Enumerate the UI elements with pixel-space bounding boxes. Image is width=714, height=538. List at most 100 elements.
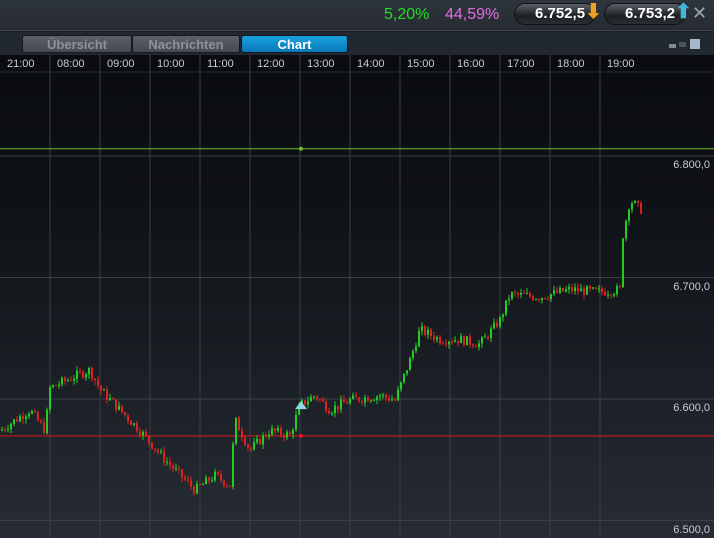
candle-body	[319, 399, 321, 401]
candle-body	[19, 416, 21, 422]
candle-body	[361, 401, 363, 403]
minimize-icon[interactable]	[669, 44, 676, 48]
candle-body	[265, 435, 267, 437]
candle-body	[61, 377, 63, 385]
candle-body	[430, 329, 432, 336]
quote-header: 5,20% 44,59% 6.752,5 ⬇ 6.753,2 ⬆ ✕	[0, 0, 714, 31]
candle-body	[52, 385, 54, 388]
candle-body	[568, 287, 570, 290]
candle-body	[613, 294, 615, 296]
price-label: 6.800,0	[673, 159, 710, 171]
bid-price: 6.752,5	[535, 5, 586, 22]
secondary-percent: 44,59%	[445, 6, 500, 23]
candle-body	[82, 371, 84, 378]
candle-body	[415, 346, 417, 352]
candle-body	[622, 238, 624, 288]
candle-body	[409, 357, 411, 371]
candle-body	[121, 405, 123, 413]
candle-body	[529, 293, 531, 297]
bid-price-button[interactable]: 6.752,5 ⬇	[514, 2, 602, 25]
candle-body	[1, 429, 3, 431]
candle-body	[142, 431, 144, 436]
candle-body	[610, 294, 612, 296]
candle-body	[241, 430, 243, 438]
candle-body	[340, 399, 342, 410]
candle-body	[34, 411, 36, 413]
candle-body	[400, 381, 402, 390]
candle-body	[259, 438, 261, 445]
candle-body	[226, 485, 228, 487]
tab-chart[interactable]: Chart	[241, 35, 348, 53]
candle-body	[619, 286, 621, 288]
candle-body	[85, 374, 87, 378]
time-label: 13:00	[307, 58, 335, 70]
candle-body	[25, 416, 27, 420]
restore-icon[interactable]	[679, 42, 686, 47]
candle-body	[544, 298, 546, 300]
price-chart[interactable]: 21:00 08:00 09:00 10:00 11:00 12:00 13:00 14:00…	[0, 55, 714, 538]
candle-body	[451, 341, 453, 343]
candle-body	[235, 417, 237, 444]
candle-body	[214, 471, 216, 481]
candle-body	[172, 465, 174, 469]
candle-body	[355, 395, 357, 398]
candle-body	[553, 290, 555, 295]
candle-body	[574, 287, 576, 292]
ask-price-button[interactable]: 6.753,2 ⬆	[604, 2, 692, 25]
price-label: 6.700,0	[673, 280, 710, 293]
candle-body	[58, 384, 60, 386]
candle-body	[346, 402, 348, 404]
candle-body	[592, 287, 594, 289]
candle-body	[598, 288, 600, 290]
maximize-icon[interactable]	[690, 39, 700, 49]
candle-body	[112, 398, 114, 400]
candle-body	[160, 451, 162, 453]
candle-body	[334, 405, 336, 413]
candle-body	[616, 286, 618, 295]
candle-body	[22, 416, 24, 420]
candle-body	[589, 286, 591, 289]
candle-body	[565, 289, 567, 292]
candle-body	[502, 314, 504, 318]
candle-body	[466, 336, 468, 346]
candle-body	[445, 343, 447, 345]
candle-body	[304, 400, 306, 405]
candle-body	[352, 395, 354, 399]
candle-body	[493, 322, 495, 329]
candle-body	[28, 413, 30, 417]
candle-body	[247, 444, 249, 448]
candle-body	[10, 423, 12, 430]
candle-body	[475, 346, 477, 348]
time-label: 21:00	[7, 58, 35, 70]
candle-body	[394, 399, 396, 401]
candle-body	[385, 394, 387, 398]
candle-body	[115, 399, 117, 410]
candle-body	[199, 483, 201, 485]
candle-body	[403, 373, 405, 382]
candle-body	[454, 340, 456, 342]
candle-body	[412, 351, 414, 358]
candle-body	[94, 378, 96, 381]
candle-body	[550, 294, 552, 299]
candle-body	[103, 389, 105, 391]
candle-body	[166, 461, 168, 463]
candle-body	[331, 412, 333, 414]
candle-body	[190, 480, 192, 487]
candle-body	[328, 410, 330, 414]
candle-body	[397, 389, 399, 401]
candle-body	[130, 420, 132, 425]
tab-nachrichten[interactable]: Nachrichten	[132, 35, 240, 53]
candle-body	[499, 317, 501, 327]
candle-body	[577, 287, 579, 292]
time-label: 16:00	[457, 58, 485, 70]
candle-body	[148, 435, 150, 443]
candle-body	[526, 293, 528, 295]
candle-body	[322, 399, 324, 402]
tab-uebersicht[interactable]: Übersicht	[22, 35, 132, 53]
candle-body	[187, 479, 189, 481]
upper-level-dot	[299, 146, 303, 151]
close-icon[interactable]: ✕	[692, 3, 707, 24]
candle-body	[283, 434, 285, 438]
candle-body	[436, 337, 438, 340]
candle-body	[373, 400, 375, 402]
